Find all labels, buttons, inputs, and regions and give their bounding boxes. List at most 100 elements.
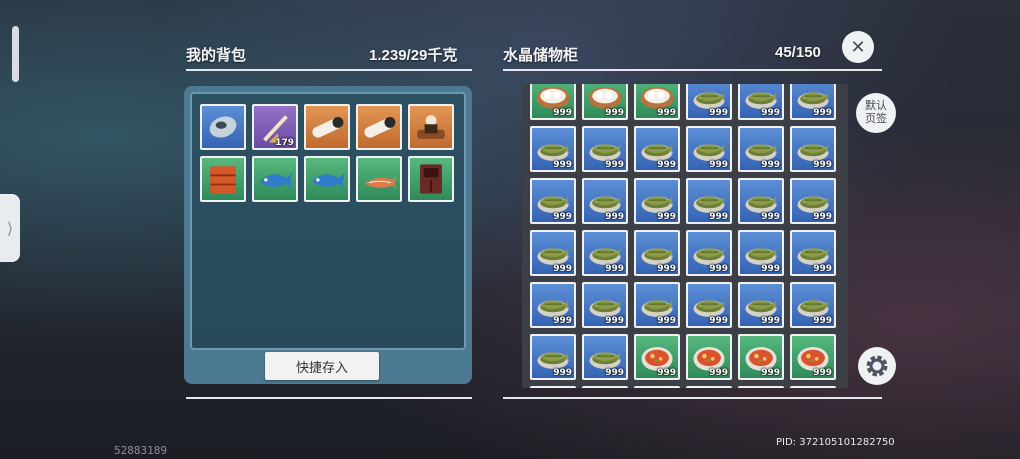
- storage-slot[interactable]: 999: [738, 178, 784, 224]
- side-expand-tab[interactable]: ⟩: [0, 194, 20, 262]
- backpack-slot[interactable]: [356, 156, 402, 202]
- item-count: 999: [813, 108, 832, 118]
- backpack-grid: 179: [200, 104, 454, 202]
- backpack-slot[interactable]: [304, 156, 350, 202]
- silver-lure-icon: [209, 116, 237, 138]
- item-count: 999: [553, 212, 572, 222]
- item-count: 999: [605, 368, 624, 378]
- storage-slot[interactable]: 999: [582, 84, 628, 120]
- item-count: 999: [709, 212, 728, 222]
- item-count: 999: [813, 368, 832, 378]
- item-count: 999: [657, 264, 676, 274]
- storage-slot[interactable]: 999: [738, 334, 784, 380]
- storage-slot[interactable]: 999: [738, 126, 784, 172]
- backpack-slot[interactable]: [200, 156, 246, 202]
- storage-slot[interactable]: 999: [686, 282, 732, 328]
- storage-slot[interactable]: 999: [530, 84, 576, 120]
- item-count: 999: [553, 264, 572, 274]
- brown-cabinet-icon: [420, 164, 442, 194]
- item-count: 999: [709, 368, 728, 378]
- backpack-slot[interactable]: [200, 104, 246, 150]
- scroll-indicator[interactable]: [12, 26, 19, 82]
- item-count: 999: [813, 264, 832, 274]
- storage-panel[interactable]: 999 999 999 999 999 999 999 999 999 999 999 999 999 9…: [522, 84, 848, 388]
- storage-slot[interactable]: 999: [582, 126, 628, 172]
- storage-slot[interactable]: 999: [530, 334, 576, 380]
- chevron-right-icon: ⟩: [6, 218, 14, 238]
- storage-slot[interactable]: 999: [686, 178, 732, 224]
- backpack-slot[interactable]: [356, 104, 402, 150]
- storage-slot[interactable]: 999: [634, 334, 680, 380]
- storage-header-divider: [503, 69, 882, 71]
- storage-slot[interactable]: 999: [530, 282, 576, 328]
- storage-slot[interactable]: 999: [582, 282, 628, 328]
- storage-slot[interactable]: 999: [790, 282, 836, 328]
- storage-slot[interactable]: 999: [738, 230, 784, 276]
- storage-slot[interactable]: 999: [738, 282, 784, 328]
- item-count: 999: [605, 108, 624, 118]
- storage-slot[interactable]: 999: [790, 126, 836, 172]
- storage-slot[interactable]: 999: [530, 178, 576, 224]
- storage-slot[interactable]: [686, 386, 732, 388]
- storage-slot[interactable]: 999: [634, 84, 680, 120]
- storage-slot[interactable]: 999: [790, 334, 836, 380]
- orange-crate-icon: [210, 166, 236, 194]
- storage-slot[interactable]: 999: [738, 84, 784, 120]
- storage-slot[interactable]: 999: [686, 334, 732, 380]
- storage-slot[interactable]: 999: [634, 282, 680, 328]
- item-count: 999: [761, 160, 780, 170]
- backpack-slot[interactable]: [252, 156, 298, 202]
- storage-slot[interactable]: 999: [634, 126, 680, 172]
- storage-slot[interactable]: 999: [530, 126, 576, 172]
- item-count: 999: [657, 212, 676, 222]
- storage-slot[interactable]: [790, 386, 836, 388]
- quick-store-button[interactable]: 快捷存入: [265, 352, 379, 380]
- storage-slot[interactable]: 999: [790, 84, 836, 120]
- backpack-weight: 1.239/29千克: [369, 47, 458, 64]
- item-count: 999: [605, 160, 624, 170]
- storage-slot[interactable]: 999: [634, 230, 680, 276]
- item-count: 999: [813, 212, 832, 222]
- backpack-title: 我的背包: [186, 47, 247, 64]
- storage-slot[interactable]: 999: [634, 178, 680, 224]
- close-icon: ✕: [850, 36, 866, 58]
- item-count: 999: [553, 316, 572, 326]
- chef-figure-icon: [417, 115, 445, 139]
- storage-slot[interactable]: [634, 386, 680, 388]
- backpack-slot[interactable]: [304, 104, 350, 150]
- storage-slot[interactable]: [530, 386, 576, 388]
- backpack-slot[interactable]: [408, 104, 454, 150]
- settings-button[interactable]: [858, 347, 896, 385]
- storage-slot[interactable]: 999: [582, 334, 628, 380]
- close-button[interactable]: ✕: [842, 31, 874, 63]
- storage-slot[interactable]: 999: [686, 230, 732, 276]
- item-count: 179: [275, 138, 294, 148]
- default-tab-button[interactable]: 默认 页签: [856, 93, 896, 133]
- item-count: 999: [553, 368, 572, 378]
- item-count: 999: [657, 368, 676, 378]
- blue-fish-icon: [311, 172, 345, 191]
- backpack-footer-divider: [186, 397, 472, 399]
- storage-slot[interactable]: 999: [790, 230, 836, 276]
- gear-icon: [866, 355, 888, 377]
- storage-slot[interactable]: 999: [790, 178, 836, 224]
- storage-slot[interactable]: 999: [530, 230, 576, 276]
- storage-slot[interactable]: 999: [582, 230, 628, 276]
- storage-slot[interactable]: 999: [582, 178, 628, 224]
- item-count: 999: [605, 264, 624, 274]
- item-count: 999: [813, 160, 832, 170]
- blue-fish-icon: [259, 172, 293, 191]
- footer-id: 52883189: [114, 444, 167, 457]
- item-count: 999: [709, 160, 728, 170]
- storage-slot[interactable]: 999: [686, 126, 732, 172]
- backpack-slot[interactable]: 179: [252, 104, 298, 150]
- storage-slot[interactable]: [738, 386, 784, 388]
- item-count: 999: [709, 264, 728, 274]
- storage-slot[interactable]: [582, 386, 628, 388]
- orange-fish-icon: [364, 176, 397, 190]
- item-count: 999: [761, 316, 780, 326]
- storage-slot[interactable]: 999: [686, 84, 732, 120]
- backpack-slot[interactable]: [408, 156, 454, 202]
- backpack-panel: 179 快捷存入: [184, 86, 472, 384]
- default-tab-label: 默认 页签: [865, 100, 887, 125]
